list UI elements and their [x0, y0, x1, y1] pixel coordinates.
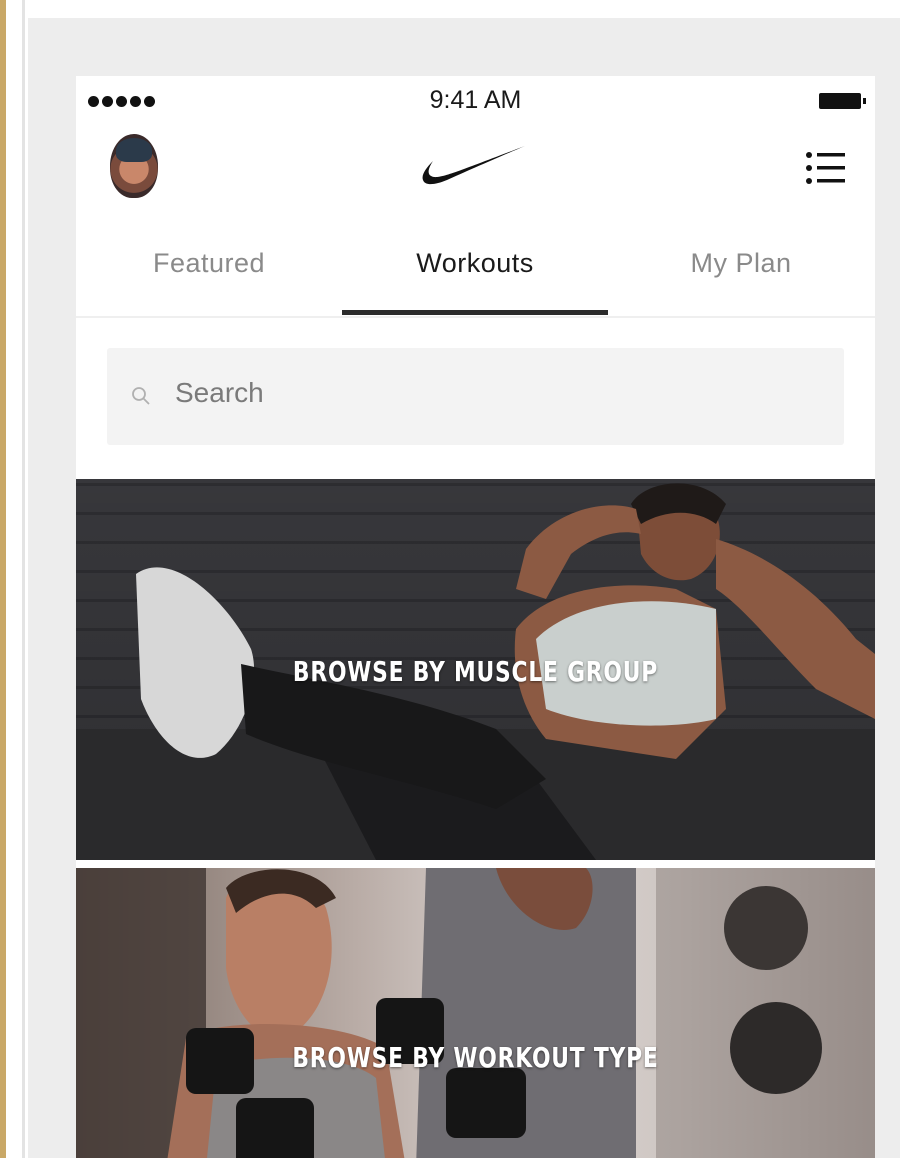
tab-workouts[interactable]: Workouts: [342, 248, 608, 279]
search-bar[interactable]: [107, 348, 844, 445]
tab-my-plan[interactable]: My Plan: [608, 248, 874, 279]
browse-muscle-group-card[interactable]: BROWSE BY MUSCLE GROUP: [76, 479, 875, 860]
card-title: BROWSE BY WORKOUT TYPE: [292, 1041, 659, 1074]
search-input[interactable]: [173, 376, 817, 410]
profile-avatar[interactable]: [110, 134, 158, 198]
list-menu-icon[interactable]: [805, 150, 845, 186]
status-bar: 9:41 AM: [76, 76, 875, 122]
tab-featured[interactable]: Featured: [76, 248, 342, 279]
nike-swoosh-icon: [422, 146, 525, 185]
page-divider: [22, 0, 25, 1158]
tab-bar: Featured Workouts My Plan: [76, 226, 875, 318]
battery-icon: [819, 93, 866, 109]
selected-tab-indicator: [342, 310, 608, 315]
workout-type-photo: [76, 868, 875, 1158]
phone-screen: 9:41 AM Featured Workouts My Plan Search…: [76, 76, 875, 1158]
search-icon: [132, 387, 150, 405]
card-title: BROWSE BY MUSCLE GROUP: [292, 655, 659, 688]
gold-accent-rule: [0, 0, 6, 1158]
status-time: 9:41 AM: [429, 86, 522, 114]
browse-workout-type-card[interactable]: BROWSE BY WORKOUT TYPE: [76, 868, 875, 1158]
